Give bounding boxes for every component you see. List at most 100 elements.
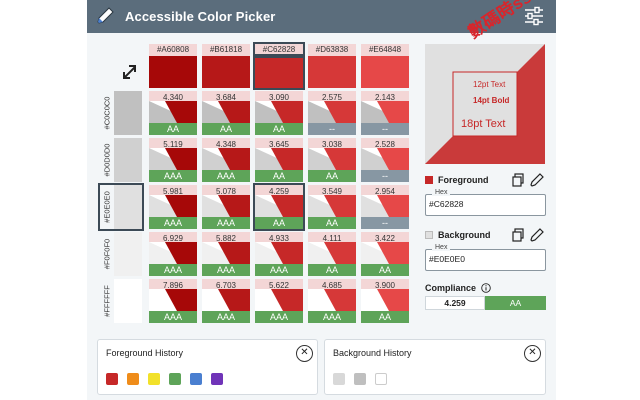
contrast-cell[interactable]: 5.981 AAA	[149, 185, 197, 229]
contrast-cell[interactable]: 4.111 AA	[308, 232, 356, 276]
contrast-rating: AA	[202, 123, 250, 135]
foreground-swatch[interactable]: #B61818	[202, 44, 250, 88]
preview-12pt-text: 12pt Text	[473, 80, 506, 89]
contrast-rating: AA	[255, 123, 303, 135]
foreground-swatch-color[interactable]	[308, 56, 356, 88]
contrast-cell[interactable]: 4.340 AA	[149, 91, 197, 135]
foreground-hex-field[interactable]: Hex	[425, 189, 546, 216]
contrast-cell[interactable]: 4.348 AAA	[202, 138, 250, 182]
foreground-swatch[interactable]: #E64848	[361, 44, 409, 88]
background-swatch-color[interactable]	[114, 279, 142, 323]
contrast-rating: AA	[149, 123, 197, 135]
contrast-cell[interactable]: 3.549 AA	[308, 185, 356, 229]
contrast-cell[interactable]: 2.575 --	[308, 91, 356, 135]
foreground-swatch-color[interactable]	[253, 54, 305, 90]
copy-icon[interactable]	[511, 228, 525, 242]
background-swatch-hex-strip: #E0E0E0	[100, 185, 114, 229]
contrast-ratio: 7.896	[162, 281, 184, 290]
contrast-rating: --	[361, 123, 409, 135]
contrast-cell[interactable]: 7.896 AAA	[149, 279, 197, 323]
background-swatch[interactable]: #E0E0E0	[98, 183, 144, 231]
contrast-cell[interactable]: 4.259 AA	[253, 183, 305, 231]
contrast-ratio: 4.340	[162, 93, 184, 102]
contrast-rating: AAA	[202, 217, 250, 229]
contrast-rating: --	[361, 170, 409, 182]
foreground-history-swatch[interactable]	[148, 373, 160, 385]
contrast-cell[interactable]: 3.422 AA	[361, 232, 409, 276]
contrast-rating: AA	[361, 264, 409, 276]
foreground-swatch-color[interactable]	[202, 56, 250, 88]
background-swatch-color[interactable]	[114, 138, 142, 182]
background-swatch[interactable]: #F0F0F0	[100, 232, 142, 276]
close-icon[interactable]: ✕	[296, 345, 313, 362]
info-icon[interactable]	[481, 283, 491, 293]
contrast-ratio: 4.685	[321, 281, 343, 290]
contrast-cell[interactable]: 3.038 AA	[308, 138, 356, 182]
contrast-ratio: 4.259	[268, 187, 290, 196]
contrast-ratio: 3.090	[268, 93, 290, 102]
foreground-history-title: Foreground History	[106, 348, 184, 358]
contrast-cell[interactable]: 6.929 AAA	[149, 232, 197, 276]
foreground-swatch[interactable]: #A60808	[149, 44, 197, 88]
contrast-cell[interactable]: 2.954 --	[361, 185, 409, 229]
foreground-heading: Foreground	[425, 175, 489, 185]
foreground-history-swatch[interactable]	[127, 373, 139, 385]
contrast-cell[interactable]: 5.882 AAA	[202, 232, 250, 276]
contrast-ratio: 6.929	[162, 234, 184, 243]
contrast-cell[interactable]: 6.703 AAA	[202, 279, 250, 323]
contrast-rating: --	[308, 123, 356, 135]
foreground-hex-input[interactable]	[429, 199, 539, 209]
background-swatch[interactable]: #D0D0D0	[100, 138, 142, 182]
background-hex-input[interactable]	[429, 254, 539, 264]
contrast-cell[interactable]: 2.528 --	[361, 138, 409, 182]
contrast-rating: --	[361, 217, 409, 229]
contrast-cell[interactable]: 3.090 AA	[255, 91, 303, 135]
background-history-swatch[interactable]	[333, 373, 345, 385]
background-swatch-color[interactable]	[114, 232, 142, 276]
background-history-panel: Background History ✕	[324, 339, 546, 395]
background-history-swatch[interactable]	[375, 373, 387, 385]
contrast-rating: AAA	[149, 264, 197, 276]
contrast-ratio: 3.684	[215, 93, 237, 102]
eyedropper-icon[interactable]	[530, 173, 544, 187]
contrast-cell[interactable]: 4.933 AAA	[255, 232, 303, 276]
foreground-swatch-color[interactable]	[149, 56, 197, 88]
foreground-swatch[interactable]: #C62828	[253, 42, 305, 90]
contrast-cell[interactable]: 4.685 AAA	[308, 279, 356, 323]
foreground-history-swatch[interactable]	[190, 373, 202, 385]
contrast-cell[interactable]: 5.119 AAA	[149, 138, 197, 182]
contrast-cell[interactable]: 5.078 AAA	[202, 185, 250, 229]
foreground-history-swatch[interactable]	[211, 373, 223, 385]
contrast-cell[interactable]: 3.900 AA	[361, 279, 409, 323]
foreground-history-swatch[interactable]	[106, 373, 118, 385]
preview-18pt-text: 18pt Text	[461, 118, 506, 130]
background-swatch[interactable]: #C0C0C0	[100, 91, 142, 135]
background-hex-field[interactable]: Hex	[425, 244, 546, 271]
background-label: Background	[438, 230, 491, 240]
contrast-rating: AAA	[202, 170, 250, 182]
foreground-swatch-color[interactable]	[361, 56, 409, 88]
background-swatch-color[interactable]	[114, 91, 142, 135]
eyedropper-icon[interactable]	[530, 228, 544, 242]
foreground-swatch[interactable]: #D63838	[308, 44, 356, 88]
contrast-ratio: 5.622	[268, 281, 290, 290]
contrast-cell[interactable]: 2.143 --	[361, 91, 409, 135]
close-icon[interactable]: ✕	[524, 345, 541, 362]
foreground-history-swatch[interactable]	[169, 373, 181, 385]
copy-icon[interactable]	[511, 173, 525, 187]
contrast-cell[interactable]: 3.684 AA	[202, 91, 250, 135]
background-hex-label: Hex	[432, 244, 451, 251]
contrast-ratio: 3.900	[374, 281, 396, 290]
contrast-cell[interactable]: 5.622 AAA	[255, 279, 303, 323]
contrast-ratio: 3.645	[268, 140, 290, 149]
background-swatch-color[interactable]	[114, 185, 142, 229]
background-history-swatch[interactable]	[354, 373, 366, 385]
foreground-swatch-hex: #D63838	[308, 44, 356, 56]
contrast-rating: AAA	[202, 311, 250, 323]
compliance-label: Compliance	[425, 283, 477, 293]
swap-arrows-icon[interactable]	[120, 62, 140, 82]
contrast-cell[interactable]: 3.645 AA	[255, 138, 303, 182]
foreground-color-chip	[425, 176, 433, 184]
background-swatch[interactable]: #FFFFFF	[100, 279, 142, 323]
contrast-ratio: 6.703	[215, 281, 237, 290]
